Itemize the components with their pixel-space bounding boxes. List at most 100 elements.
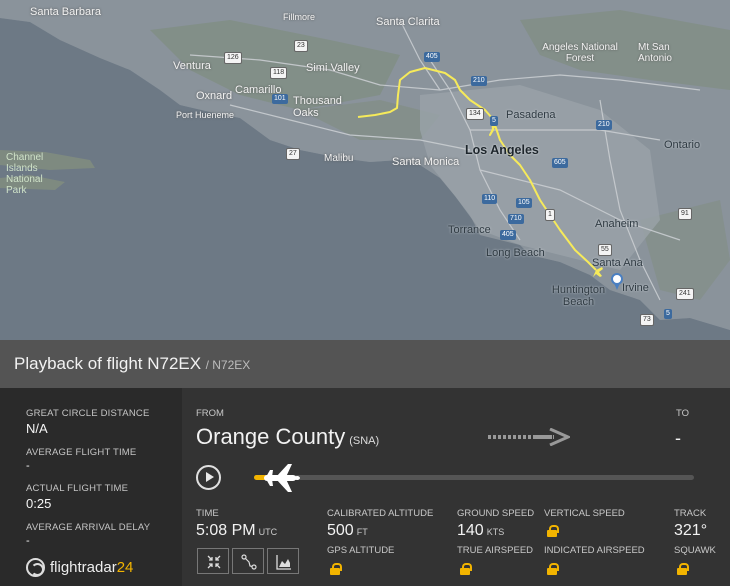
route-arrow-icon (488, 428, 570, 446)
calibrated-altitude-value: 500 FT (327, 522, 368, 540)
indicated-airspeed-label: INDICATED AIRSPEED (544, 545, 645, 556)
actual-flight-time-label: ACTUAL FLIGHT TIME (26, 483, 129, 494)
highway-shield: 405 (500, 230, 516, 240)
airplane-icon[interactable] (262, 462, 302, 494)
calibrated-altitude-label: CALIBRATED ALTITUDE (327, 508, 434, 519)
calibrated-altitude-number: 500 (327, 522, 354, 539)
collapse-icon (207, 555, 221, 569)
from-airport-code: (SNA) (349, 435, 380, 447)
map-label: Simi Valley (306, 62, 360, 74)
lock-icon (460, 563, 472, 575)
highway-shield: 55 (598, 244, 612, 256)
flight-info-panel: GREAT CIRCLE DISTANCE N/A AVERAGE FLIGHT… (0, 388, 730, 586)
chart-icon (276, 555, 291, 570)
brand-prefix: flightradar (50, 559, 117, 576)
lock-icon (330, 563, 342, 575)
map-label: Irvine (622, 282, 649, 294)
map-label: Anaheim (595, 218, 639, 230)
map-label: Santa Ana (592, 257, 643, 269)
highway-shield: 5 (664, 309, 672, 319)
flightradar24-logo[interactable]: flightradar24 (26, 558, 133, 577)
highway-shield: 126 (224, 52, 242, 64)
highway-shield: 23 (294, 40, 308, 52)
map-label: Malibu (324, 153, 354, 164)
map-canvas (0, 0, 730, 340)
route-icon (241, 554, 257, 570)
map-label: Oxnard (196, 90, 233, 102)
flight-stats: GREAT CIRCLE DISTANCE N/A AVERAGE FLIGHT… (0, 388, 182, 586)
highway-shield: 91 (678, 208, 692, 220)
map-label: Huntington Beach (551, 284, 606, 308)
play-button[interactable] (196, 465, 221, 490)
map-view[interactable]: Santa Barbara Fillmore Santa Clarita Ven… (0, 0, 730, 340)
chart-button[interactable] (267, 548, 299, 574)
true-airspeed-label: TRUE AIRSPEED (457, 545, 534, 556)
from-airport-name: Orange County (196, 424, 346, 449)
squawk-label: SQUAWK (674, 545, 716, 556)
highway-shield: 110 (482, 194, 498, 204)
highway-shield: 5 (490, 116, 498, 126)
radar-logo-icon (26, 558, 45, 577)
highway-shield: 73 (640, 314, 654, 326)
from-airport[interactable]: Orange County (SNA) (196, 424, 379, 450)
highway-shield: 210 (596, 120, 612, 130)
map-label: Ventura (173, 60, 211, 72)
map-label: Long Beach (486, 247, 545, 259)
highway-shield: 1 (545, 209, 555, 221)
vertical-speed-label: VERTICAL SPEED (544, 508, 625, 519)
time-unit: UTC (258, 527, 278, 537)
collapse-button[interactable] (197, 548, 229, 574)
speed-unit: KTS (486, 527, 505, 537)
avg-flight-time-label: AVERAGE FLIGHT TIME (26, 447, 137, 458)
map-label: Santa Clarita (376, 16, 440, 28)
map-label: Angeles National Forest (542, 42, 618, 64)
highway-shield: 118 (270, 67, 288, 79)
map-label: Santa Barbara (30, 6, 101, 18)
map-label: Thousand Oaks (293, 95, 342, 119)
route-button[interactable] (232, 548, 264, 574)
map-label: Fillmore (283, 12, 316, 22)
map-label: Los Angeles (465, 143, 539, 157)
highway-shield: 405 (424, 52, 440, 62)
to-label: TO (676, 408, 690, 419)
time-value-text: 5:08 PM (196, 522, 256, 539)
ground-speed-label: GROUND SPEED (457, 508, 535, 519)
lock-icon (547, 525, 559, 537)
track-value: 321° (674, 522, 708, 539)
map-label: Mt San Antonio (638, 42, 672, 64)
highway-shield: 605 (552, 158, 568, 168)
map-label: Pasadena (506, 109, 556, 121)
to-airport: - (675, 428, 681, 448)
ground-speed-number: 140 (457, 522, 484, 539)
avg-flight-time-value: - (26, 460, 30, 472)
highway-shield: 101 (272, 94, 288, 104)
map-label: Channel Islands National Park (6, 152, 44, 196)
highway-shield: 710 (508, 214, 524, 224)
highway-shield: 241 (676, 288, 694, 300)
gps-altitude-label: GPS ALTITUDE (327, 545, 395, 556)
gcd-value: N/A (26, 421, 48, 436)
app-root: Santa Barbara Fillmore Santa Clarita Ven… (0, 0, 730, 586)
from-label: FROM (196, 408, 224, 419)
page-title: Playback of flight N72EX (14, 354, 202, 373)
arrival-delay-value: - (26, 535, 30, 547)
gcd-label: GREAT CIRCLE DISTANCE (26, 408, 150, 419)
map-label: Ontario (664, 139, 701, 151)
playback-timeline[interactable] (254, 475, 694, 480)
map-label: Torrance (448, 224, 491, 236)
highway-shield: 105 (516, 198, 532, 208)
time-label: TIME (196, 508, 219, 519)
brand-suffix: 24 (116, 559, 134, 576)
lock-icon (547, 563, 559, 575)
time-value: 5:08 PM UTC (196, 522, 277, 540)
highway-shield: 134 (466, 108, 484, 120)
actual-flight-time-value: 0:25 (26, 496, 52, 511)
track-label: TRACK (674, 508, 707, 519)
altitude-unit: FT (356, 527, 368, 537)
ground-speed-value: 140 KTS (457, 522, 504, 540)
highway-shield: 210 (471, 76, 487, 86)
page-subtitle: / N72EX (205, 358, 251, 372)
arrival-delay-label: AVERAGE ARRIVAL DELAY (26, 522, 151, 533)
lock-icon (677, 563, 689, 575)
map-label: Port Hueneme (176, 110, 235, 120)
